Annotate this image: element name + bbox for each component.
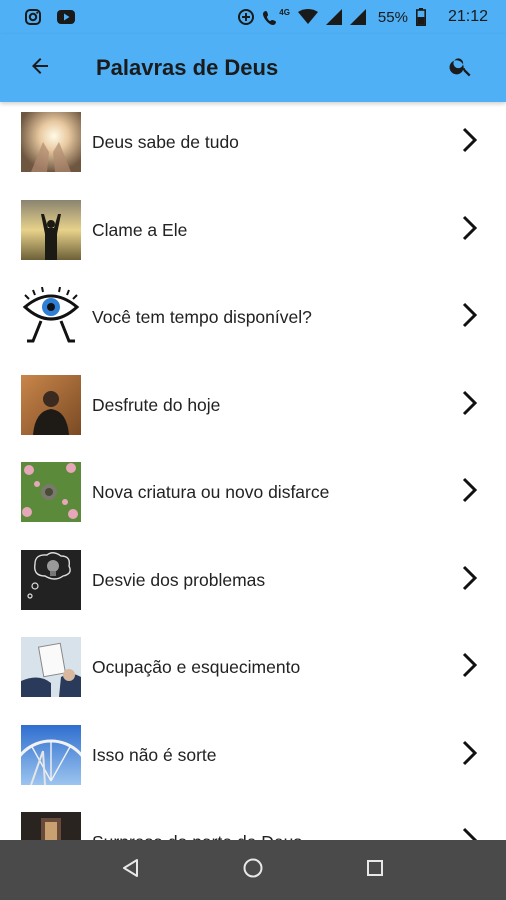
thumbnail-ferris-wheel	[21, 724, 81, 785]
signal-icon	[325, 9, 342, 25]
list-item[interactable]: Desvie dos problemas	[0, 540, 506, 628]
chevron-right-icon	[458, 739, 482, 767]
list-item[interactable]: Surpresa da parte de Deus	[0, 802, 506, 840]
signal-icon-2	[349, 9, 366, 25]
system-nav-bar	[0, 840, 506, 900]
list-item-label: Nova criatura ou novo disfarce	[92, 482, 330, 502]
thumbnail-reading-paper	[21, 637, 81, 697]
chevron-right-icon	[458, 126, 482, 154]
chevron-right-icon	[458, 826, 482, 840]
thumbnail-person-praying	[21, 199, 81, 260]
recents-square-icon	[366, 859, 384, 882]
status-bar: 4G 55% 21:12	[0, 0, 506, 34]
battery-percent: 55%	[377, 8, 408, 26]
list-item[interactable]: Ocupação e esquecimento	[0, 627, 506, 715]
list-item[interactable]: Nova criatura ou novo disfarce	[0, 452, 506, 540]
arrow-back-icon	[28, 54, 52, 83]
list-item[interactable]: Clame a Ele	[0, 190, 506, 278]
search-icon	[448, 53, 474, 84]
list-item-label: Ocupação e esquecimento	[92, 657, 301, 677]
list-item[interactable]: Desfrute do hoje	[0, 365, 506, 453]
list-item[interactable]: Você tem tempo disponível?	[0, 277, 506, 365]
nav-recents-button[interactable]	[355, 850, 395, 890]
list-item-label: Desfrute do hoje	[92, 394, 221, 415]
chevron-right-icon	[458, 389, 482, 417]
thumbnail-man-sunset	[21, 374, 81, 435]
thumbnail-grass-flowers	[21, 462, 81, 522]
list-item[interactable]: Deus sabe de tudo	[0, 102, 506, 190]
chevron-right-icon	[458, 214, 482, 242]
battery-icon	[415, 8, 426, 26]
wifi-icon	[297, 9, 318, 25]
chevron-right-icon	[458, 476, 482, 504]
back-button[interactable]	[0, 34, 80, 102]
list-item-label: Surpresa da parte de Deus	[92, 832, 302, 840]
list-item-label: Deus sabe de tudo	[92, 132, 239, 152]
youtube-icon	[56, 9, 76, 25]
nav-back-button[interactable]	[111, 850, 151, 890]
list-item-label: Clame a Ele	[92, 219, 188, 240]
instagram-icon	[24, 8, 42, 26]
topics-list: Deus sabe de tudo Clame a Ele Você tem t…	[0, 102, 506, 840]
chevron-right-icon	[458, 564, 482, 592]
app-bar: Palavras de Deus	[0, 34, 506, 102]
thumbnail-dark-doorway	[21, 812, 81, 840]
nav-home-button[interactable]	[233, 850, 273, 890]
page-title: Palavras de Deus	[96, 55, 279, 80]
chevron-right-icon	[458, 651, 482, 679]
home-circle-icon	[242, 857, 264, 884]
thumbnail-light-hands	[21, 112, 81, 172]
back-triangle-icon	[121, 858, 141, 883]
search-button[interactable]	[416, 34, 506, 102]
wifi-call-icon: 4G	[263, 8, 290, 26]
list-item-label: Desvie dos problemas	[92, 569, 266, 590]
thumbnail-eye-character	[21, 287, 81, 347]
data-saver-icon	[237, 8, 255, 26]
clock: 21:12	[447, 8, 488, 25]
chevron-right-icon	[458, 301, 482, 329]
list-item-label: Isso não é sorte	[92, 744, 217, 765]
network-type-label: 4G	[279, 8, 290, 17]
thumbnail-lightbulb-chalk	[21, 549, 81, 610]
list-item-label: Você tem tempo disponível?	[92, 307, 312, 327]
list-item[interactable]: Isso não é sorte	[0, 715, 506, 803]
